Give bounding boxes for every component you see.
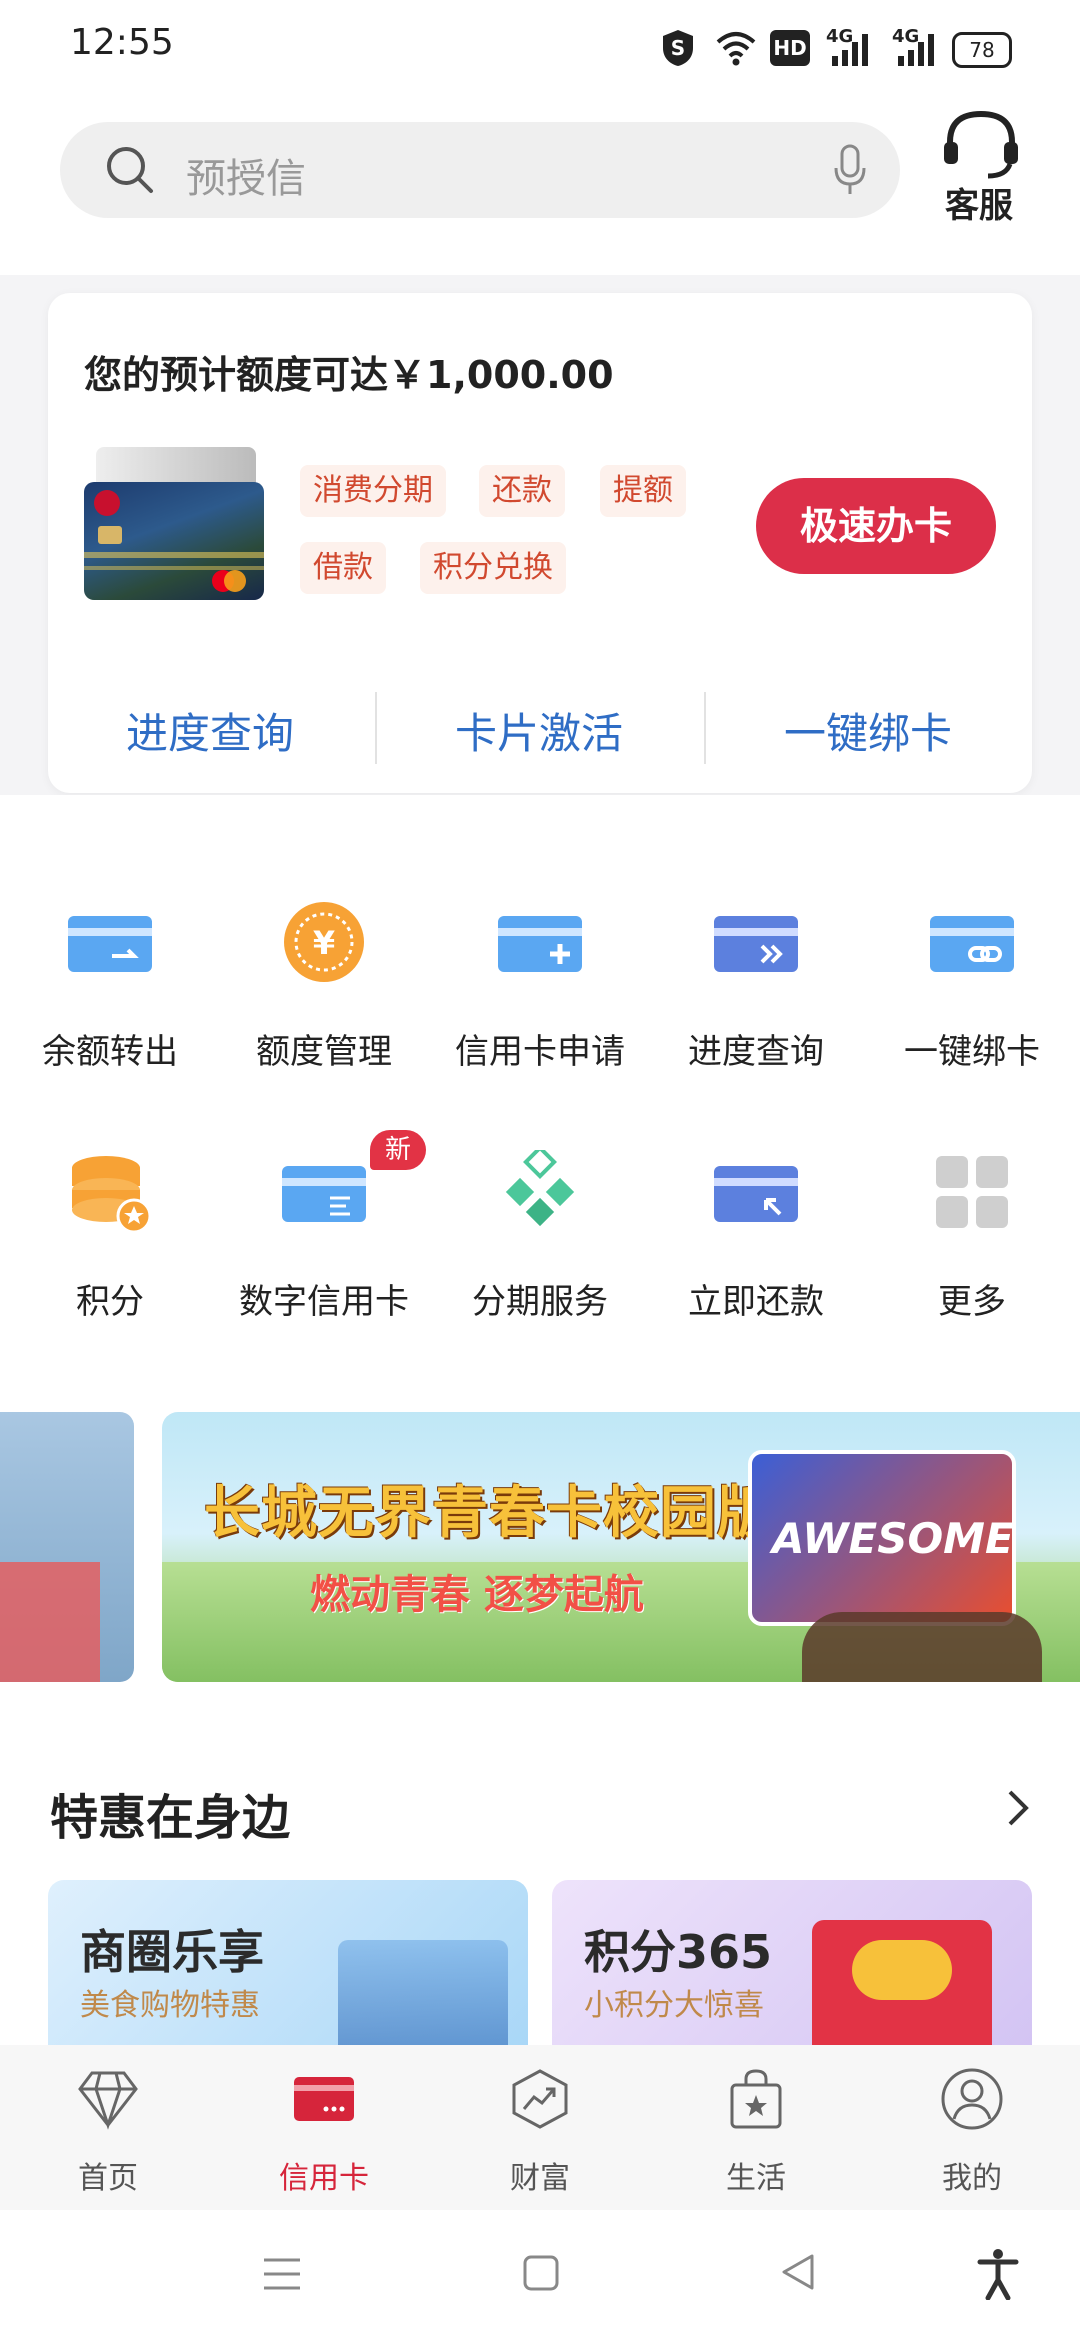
card-graphic: AWESOME [748,1450,1016,1626]
microphone-icon[interactable] [830,142,870,198]
card-graphic-text: AWESOME [772,1514,1014,1563]
banner-previous[interactable] [0,1412,134,1682]
grid-label: 进度查询 [688,1032,824,1072]
tag-points-exchange[interactable]: 积分兑换 [420,542,566,594]
promo-banner[interactable]: 长城无界青春卡校园版 燃动青春 逐梦起航 AWESOME [162,1412,1080,1682]
card-forward-icon [714,916,798,972]
search-input[interactable]: 预授信 [186,146,306,204]
shoppers-illustration [338,1940,508,2045]
card-activation-link[interactable]: 卡片激活 [375,700,703,761]
promo-card-shopping[interactable]: 商圈乐享 美食购物特惠 [48,1880,528,2045]
tab-label: 生活 [726,2161,786,2196]
promo-title: 商圈乐享 [80,1925,264,1979]
promo-subtitle: 小积分大惊喜 [584,1988,764,2023]
grid-item-progress-query[interactable]: 进度查询 [648,900,864,1080]
coin-stack-icon [72,1156,152,1234]
progress-query-link[interactable]: 进度查询 [46,700,374,761]
promo-subtitle: 美食购物特惠 [80,1988,260,2023]
svg-text:¥: ¥ [313,924,335,962]
yuan-coin-icon: ¥ [284,902,364,982]
menu-icon[interactable] [262,2254,302,2294]
card-transfer-icon [68,916,152,972]
banner-subtitle: 燃动青春 逐梦起航 [310,1572,644,1618]
back-icon[interactable] [780,2252,816,2292]
home-square-icon[interactable] [522,2254,560,2292]
one-click-bind-link[interactable]: 一键绑卡 [704,700,1032,761]
grid-item-one-click-bind[interactable]: 一键绑卡 [864,900,1080,1080]
headset-icon[interactable] [940,108,1022,180]
hd-icon: HD [770,30,810,66]
promo-title: 积分365 [584,1925,773,1979]
tab-home[interactable]: 首页 [0,2045,216,2210]
grid-item-points[interactable]: 积分 [2,1150,218,1330]
red-envelopes-image [0,1562,100,1682]
more-grid-icon [936,1156,1008,1228]
grid-item-limit-management[interactable]: ¥ 额度管理 [216,900,432,1080]
grid-item-installment-service[interactable]: 分期服务 [432,1150,648,1330]
diamond-icon [78,2071,138,2130]
grid-label: 立即还款 [688,1282,824,1322]
bank-logo-icon [94,490,120,516]
tab-life[interactable]: 生活 [648,2045,864,2210]
tab-credit-card[interactable]: 信用卡 [216,2045,432,2210]
grid-label: 分期服务 [472,1282,608,1322]
accessibility-icon[interactable] [976,2248,1020,2300]
user-profile-icon [941,2068,1003,2130]
grid-label: 额度管理 [256,1032,392,1072]
chevron-right-icon[interactable] [1004,1786,1032,1830]
banner-title: 长城无界青春卡校园版 [204,1481,774,1546]
promo-card-points[interactable]: 积分365 小积分大惊喜 [552,1880,1032,2045]
tag-repay[interactable]: 还款 [479,465,565,517]
tag-borrow[interactable]: 借款 [300,542,386,594]
apply-card-button[interactable]: 极速办卡 [756,478,996,574]
grid-label: 余额转出 [42,1032,178,1072]
tab-label: 首页 [78,2161,138,2196]
tab-label: 我的 [942,2161,1002,2196]
tab-label: 财富 [510,2161,570,2196]
wealth-chart-icon [512,2069,568,2129]
grid-item-more[interactable]: 更多 [864,1150,1080,1330]
new-badge: 新 [370,1130,426,1170]
shield-icon: S [663,30,693,66]
grid-label: 一键绑卡 [904,1032,1040,1072]
wifi-icon [716,32,756,66]
grid-label: 积分 [76,1282,144,1322]
search-icon [107,147,153,193]
grid-item-repay-now[interactable]: 立即还款 [648,1150,864,1330]
students-illustration [802,1612,1042,1682]
grid-item-digital-card[interactable]: 数字信用卡 [216,1150,432,1330]
tab-label: 信用卡 [279,2161,369,2196]
svg-text:S: S [671,36,685,60]
grid-item-balance-transfer[interactable]: 余额转出 [2,900,218,1080]
battery-indicator: 78 [952,32,1012,68]
quota-text: 您的预计额度可达￥1,000.00 [84,353,614,397]
grid-label: 数字信用卡 [239,1282,409,1322]
customer-service-label[interactable]: 客服 [945,178,1013,227]
tab-wealth[interactable]: 财富 [432,2045,648,2210]
diamond-cluster-icon [505,1150,575,1227]
signal-icon [832,34,868,66]
section-title: 特惠在身边 [50,1790,291,1846]
card-image [84,482,264,600]
grid-label: 更多 [938,1282,1006,1322]
status-time: 12:55 [70,22,174,63]
tag-installment[interactable]: 消费分期 [300,465,446,517]
shopping-bag-icon [730,2069,782,2129]
card-digital-icon [282,1166,366,1222]
card-add-icon [498,916,582,972]
card-repay-icon [714,1166,798,1222]
tab-mine[interactable]: 我的 [864,2045,1080,2210]
signal-icon [898,34,934,66]
chip-icon [98,526,122,544]
credit-card-icon [294,2077,354,2121]
grid-item-card-application[interactable]: 信用卡申请 [432,900,648,1080]
grid-label: 信用卡申请 [455,1032,625,1072]
card-link-icon [930,916,1014,972]
tag-raise-limit[interactable]: 提额 [600,465,686,517]
